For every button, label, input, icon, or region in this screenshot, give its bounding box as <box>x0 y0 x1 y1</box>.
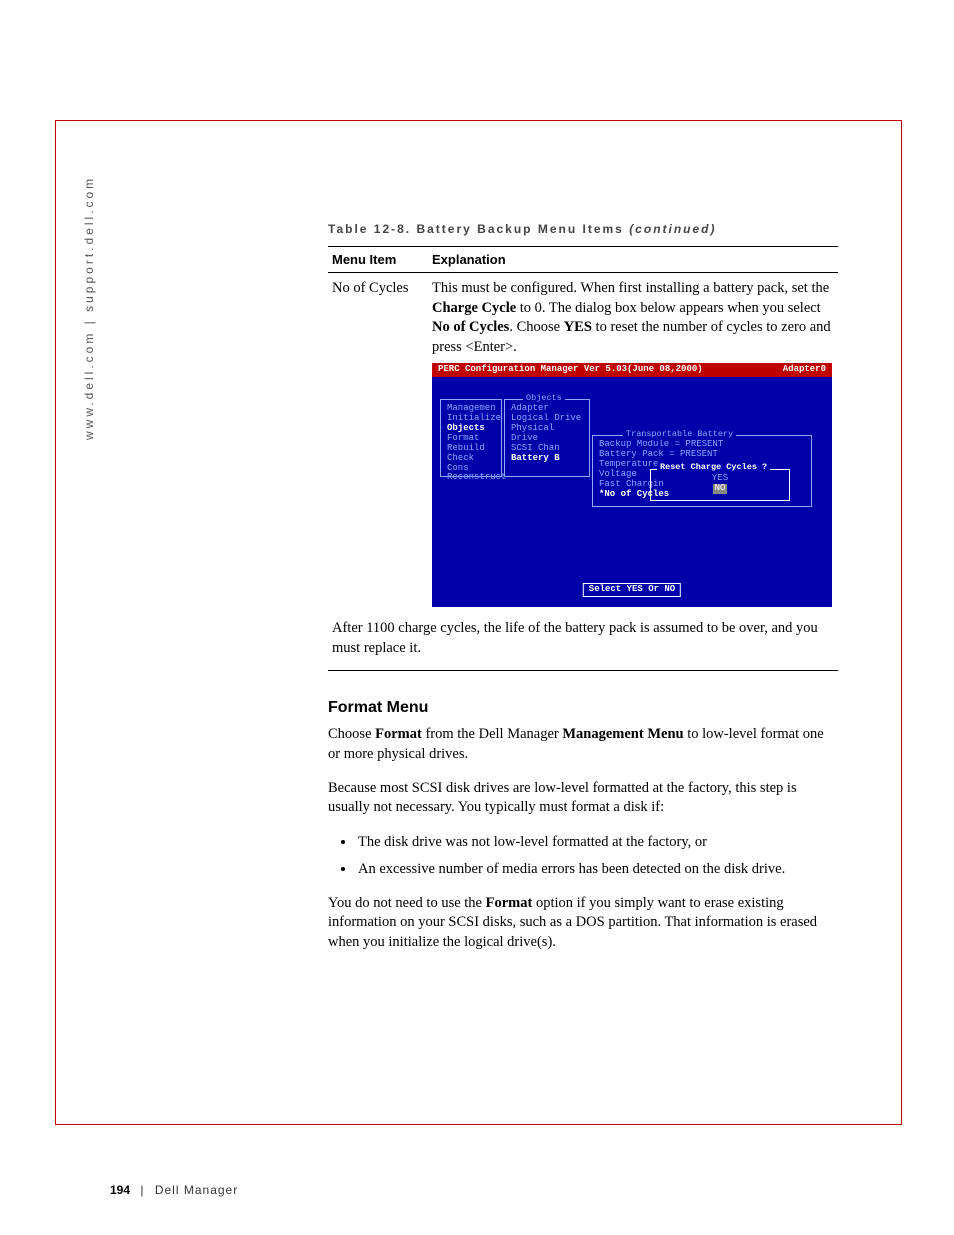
ss-option-yes: YES <box>712 473 728 483</box>
ss-title-left: PERC Configuration Manager Ver 5.03(June… <box>438 365 703 375</box>
ss-box-title: Transportable Battery <box>623 430 736 439</box>
ss-item: Physical Drive <box>511 424 583 444</box>
paragraph: Because most SCSI disk drives are low-le… <box>328 779 838 818</box>
ss-menu-objects: Objects Adapter Logical Drive Physical D… <box>504 399 590 477</box>
ss-item: Check Cons <box>447 454 495 474</box>
th-explanation: Explanation <box>428 247 838 273</box>
ss-titlebar: PERC Configuration Manager Ver 5.03(June… <box>432 363 832 377</box>
p-bold: Format <box>486 895 533 911</box>
ss-option-no-selected: NO <box>713 484 728 494</box>
footer-title: Dell Manager <box>155 1183 238 1197</box>
p-text: Choose <box>328 726 375 742</box>
after-screenshot-text: After 1100 charge cycles, the life of th… <box>328 619 838 671</box>
menu-table: Menu Item Explanation No of Cycles This … <box>328 246 838 611</box>
ss-menu-main: Managemen Initialize Objects Format Rebu… <box>440 399 502 477</box>
exp-bold: No of Cycles <box>432 319 509 335</box>
ss-dialog-title: Reset Charge Cycles ? <box>657 463 770 472</box>
ss-item: Reconstruct <box>447 473 495 483</box>
ss-hint: Select YES Or NO <box>583 583 681 597</box>
cell-menu-item: No of Cycles <box>328 273 428 612</box>
side-url: www.dell.com | support.dell.com <box>82 176 96 440</box>
ss-item-selected: Battery B <box>511 454 583 464</box>
page-footer: 194 | Dell Manager <box>110 1183 238 1197</box>
ss-dialog-reset: Reset Charge Cycles ? YES NO <box>650 469 790 501</box>
ss-box-title: Objects <box>523 394 565 403</box>
table-row: No of Cycles This must be configured. Wh… <box>328 273 838 612</box>
list-item: The disk drive was not low-level formatt… <box>356 832 838 853</box>
exp-bold: YES <box>564 319 592 335</box>
exp-bold: Charge Cycle <box>432 300 516 316</box>
paragraph: Choose Format from the Dell Manager Mana… <box>328 725 838 764</box>
table-caption: Table 12-8. Battery Backup Menu Items (c… <box>328 222 838 236</box>
list-item: An excessive number of media errors has … <box>356 859 838 880</box>
p-text: from the Dell Manager <box>422 726 563 742</box>
bullet-list: The disk drive was not low-level formatt… <box>356 832 838 880</box>
cell-explanation: This must be configured. When first inst… <box>428 273 838 612</box>
bios-screenshot: PERC Configuration Manager Ver 5.03(June… <box>432 363 832 607</box>
th-menu-item: Menu Item <box>328 247 428 273</box>
exp-text: to 0. The dialog box below appears when … <box>516 300 821 316</box>
ss-title-right: Adapter0 <box>783 365 826 375</box>
p-bold: Format <box>375 726 422 742</box>
p-bold: Management Menu <box>562 726 683 742</box>
main-content: Table 12-8. Battery Backup Menu Items (c… <box>328 222 838 966</box>
caption-text: Table 12-8. Battery Backup Menu Items <box>328 222 629 236</box>
caption-continued: (continued) <box>629 222 716 236</box>
page-number: 194 <box>110 1183 130 1197</box>
section-heading: Format Menu <box>328 699 838 717</box>
exp-text: This must be configured. When first inst… <box>432 280 829 296</box>
exp-text: . Choose <box>509 319 563 335</box>
paragraph: You do not need to use the Format option… <box>328 894 838 953</box>
footer-separator: | <box>140 1183 144 1197</box>
p-text: You do not need to use the <box>328 895 486 911</box>
